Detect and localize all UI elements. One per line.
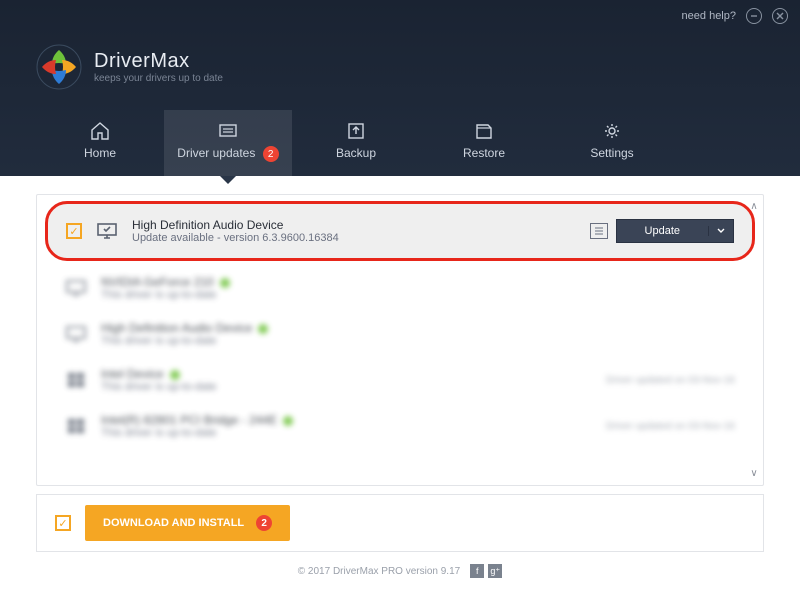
update-button-label: Update xyxy=(617,225,708,237)
driver-row[interactable]: High Definition Audio Device This driver… xyxy=(37,311,763,357)
update-dropdown-caret[interactable] xyxy=(708,226,733,236)
scroll-up-arrow[interactable]: ∧ xyxy=(750,201,757,212)
tab-label: Settings xyxy=(590,146,633,160)
tab-backup[interactable]: Backup xyxy=(292,110,420,176)
google-plus-icon[interactable]: g⁺ xyxy=(488,564,502,578)
driver-subtitle: This driver is up-to-date xyxy=(101,335,735,347)
install-badge: 2 xyxy=(256,515,272,531)
info-icon[interactable] xyxy=(590,223,608,239)
copyright-bar: © 2017 DriverMax PRO version 9.17 f g⁺ xyxy=(0,552,800,590)
nav-tabs: Home Driver updates 2 Backup Restore Set… xyxy=(0,110,800,176)
app-name: DriverMax xyxy=(94,50,223,73)
updates-icon xyxy=(218,122,238,140)
backup-icon xyxy=(346,122,366,140)
driver-row[interactable]: Intel Device This driver is up-to-date D… xyxy=(37,357,763,403)
update-button[interactable]: Update xyxy=(616,219,734,243)
brand-block: DriverMax keeps your drivers up to date xyxy=(0,32,800,110)
tab-settings[interactable]: Settings xyxy=(548,110,676,176)
app-logo xyxy=(36,44,82,90)
driver-subtitle: This driver is up-to-date xyxy=(101,381,592,393)
titlebar: need help? xyxy=(0,0,800,32)
download-install-button[interactable]: DOWNLOAD AND INSTALL 2 xyxy=(85,505,290,541)
checkbox-checked[interactable]: ✓ xyxy=(66,223,82,239)
scroll-area: ✓ High Definition Audio Device Update av… xyxy=(37,195,763,485)
app-tagline: keeps your drivers up to date xyxy=(94,73,223,84)
tab-label: Backup xyxy=(336,146,376,160)
driver-subtitle: This driver is up-to-date xyxy=(101,289,735,301)
close-button[interactable] xyxy=(772,8,788,24)
logo-icon xyxy=(36,44,82,90)
driver-row[interactable]: NVIDIA GeForce 210 This driver is up-to-… xyxy=(37,265,763,311)
tab-restore[interactable]: Restore xyxy=(420,110,548,176)
driver-title: NVIDIA GeForce 210 xyxy=(101,275,214,289)
tab-driver-updates[interactable]: Driver updates 2 xyxy=(164,110,292,176)
tab-label: Home xyxy=(84,146,116,160)
driver-subtitle: Update available - version 6.3.9600.1638… xyxy=(132,232,576,244)
chevron-down-icon xyxy=(717,228,725,234)
restore-icon xyxy=(474,122,494,140)
status-ok-dot xyxy=(220,278,230,288)
driver-title: Intel Device xyxy=(101,367,164,381)
driver-title: Intel(R) 82801 PCI Bridge - 244E xyxy=(101,413,277,427)
driver-list-panel: ✓ High Definition Audio Device Update av… xyxy=(36,194,764,486)
windows-icon xyxy=(65,371,87,389)
tab-label: Restore xyxy=(463,146,505,160)
tab-label: Driver updates xyxy=(177,146,255,160)
updates-badge: 2 xyxy=(263,146,279,162)
update-note: Driver updated on 03-Nov-16 xyxy=(606,375,735,386)
select-all-checkbox[interactable]: ✓ xyxy=(55,515,71,531)
update-note: Driver updated on 03-Nov-16 xyxy=(606,421,735,432)
driver-row-highlighted[interactable]: ✓ High Definition Audio Device Update av… xyxy=(45,201,755,261)
windows-icon xyxy=(65,417,87,435)
status-ok-dot xyxy=(258,324,268,334)
scroll-down-arrow[interactable]: ∨ xyxy=(750,468,757,479)
home-icon xyxy=(90,122,110,140)
tab-home[interactable]: Home xyxy=(36,110,164,176)
status-ok-dot xyxy=(283,416,293,426)
footer-bar: ✓ DOWNLOAD AND INSTALL 2 xyxy=(36,494,764,552)
help-link[interactable]: need help? xyxy=(682,10,736,22)
install-button-label: DOWNLOAD AND INSTALL xyxy=(103,517,244,529)
scrollbar[interactable]: ∧ ∨ xyxy=(747,201,761,479)
settings-icon xyxy=(602,122,622,140)
minimize-icon xyxy=(750,12,758,20)
monitor-icon xyxy=(65,279,87,297)
header-area: need help? DriverMax keeps your drivers … xyxy=(0,0,800,176)
copyright-text: © 2017 DriverMax PRO version 9.17 xyxy=(298,566,460,577)
social-links: f g⁺ xyxy=(470,564,502,578)
minimize-button[interactable] xyxy=(746,8,762,24)
driver-row[interactable]: Intel(R) 82801 PCI Bridge - 244E This dr… xyxy=(37,403,763,449)
monitor-icon xyxy=(96,222,118,240)
driver-subtitle: This driver is up-to-date xyxy=(101,427,592,439)
driver-title: High Definition Audio Device xyxy=(101,321,252,335)
driver-title: High Definition Audio Device xyxy=(132,218,576,232)
close-icon xyxy=(776,12,784,20)
monitor-icon xyxy=(65,325,87,343)
facebook-icon[interactable]: f xyxy=(470,564,484,578)
status-ok-dot xyxy=(170,370,180,380)
